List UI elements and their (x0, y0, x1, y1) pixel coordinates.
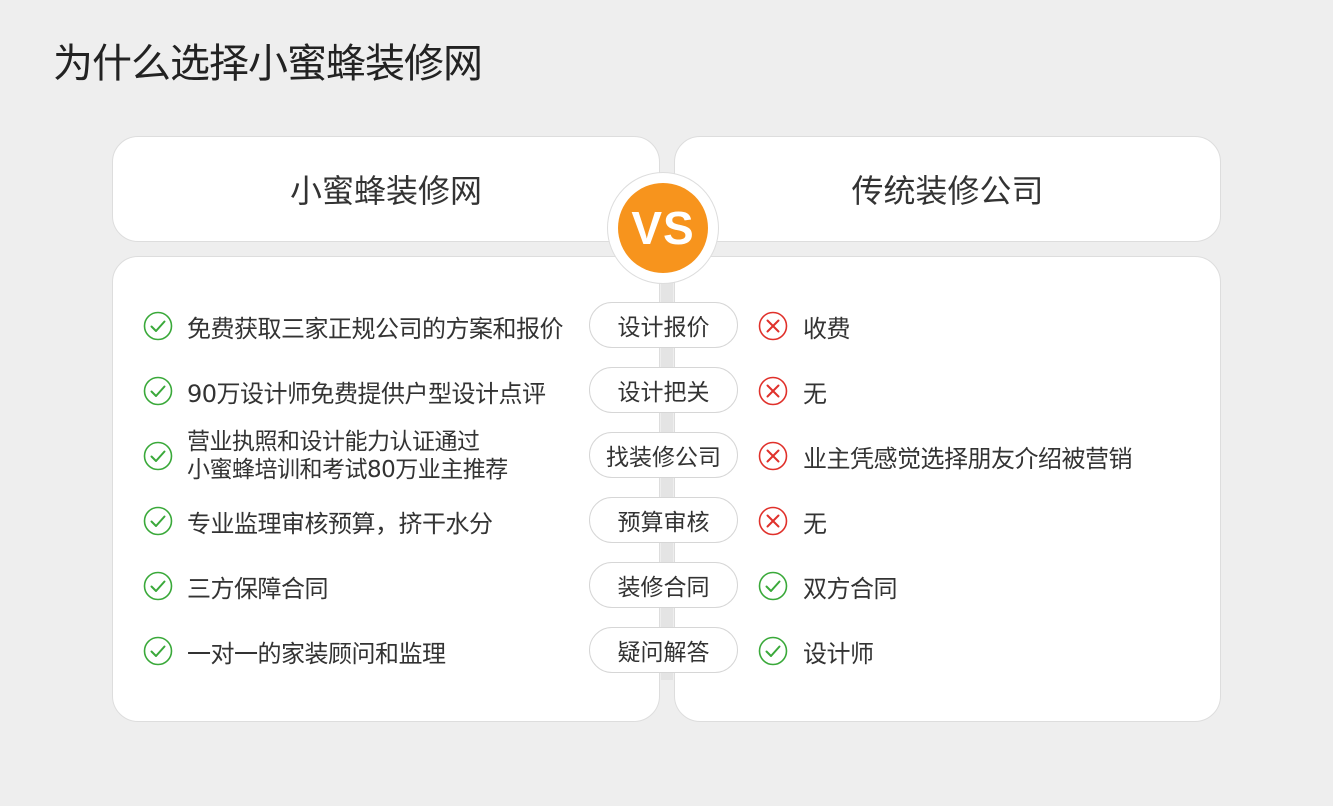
xiaomifeng-feature-text: 一对一的家装顾问和监理 (187, 639, 446, 668)
comparison-row-contract: 三方保障合同 装修合同 双方合同 (0, 562, 1333, 610)
traditional-feature-text: 业主凭感觉选择朋友介绍被营销 (803, 444, 1133, 473)
cross-icon (758, 441, 788, 471)
traditional-header-title: 传统装修公司 (851, 172, 1044, 210)
check-icon (143, 571, 173, 601)
traditional-feature-text: 双方合同 (803, 574, 898, 603)
comparison-row-find-company: 营业执照和设计能力认证通过 小蜜蜂培训和考试80万业主推荐 找装修公司 业主凭感… (0, 429, 1333, 483)
xiaomifeng-header-title: 小蜜蜂装修网 (289, 172, 482, 210)
check-icon (143, 311, 173, 341)
topic-pill-budget-review: 预算审核 (589, 497, 738, 543)
traditional-feature-text: 无 (803, 379, 827, 408)
traditional-feature-text: 设计师 (803, 639, 874, 668)
vs-label: VS (631, 202, 695, 254)
xiaomifeng-feature-text: 90万设计师免费提供户型设计点评 (187, 379, 546, 408)
xiaomifeng-feature-text: 免费获取三家正规公司的方案和报价 (187, 314, 564, 343)
page-title: 为什么选择小蜜蜂装修网 (53, 41, 483, 87)
comparison-row-design-review: 90万设计师免费提供户型设计点评 设计把关 无 (0, 367, 1333, 415)
xiaomifeng-feature-text: 专业监理审核预算，挤干水分 (187, 509, 493, 538)
check-icon (143, 376, 173, 406)
xiaomifeng-feature-line-1: 营业执照和设计能力认证通过 (187, 429, 480, 455)
traditional-feature-text: 无 (803, 509, 827, 538)
topic-pill-find-company: 找装修公司 (589, 432, 738, 478)
check-icon (143, 441, 173, 471)
topic-pill-design-quote: 设计报价 (589, 302, 738, 348)
cross-icon (758, 376, 788, 406)
traditional-feature-text: 收费 (803, 314, 851, 343)
xiaomifeng-feature-text: 营业执照和设计能力认证通过 小蜜蜂培训和考试80万业主推荐 (187, 429, 508, 483)
xiaomifeng-feature-text: 三方保障合同 (187, 574, 329, 603)
xiaomifeng-header-card: 小蜜蜂装修网 (112, 136, 660, 242)
comparison-row-budget-review: 专业监理审核预算，挤干水分 预算审核 无 (0, 497, 1333, 545)
vs-badge: VS (618, 183, 708, 273)
check-icon (143, 636, 173, 666)
topic-pill-questions: 疑问解答 (589, 627, 738, 673)
vs-badge-ring: VS (607, 172, 719, 284)
xiaomifeng-feature-line-2: 小蜜蜂培训和考试80万业主推荐 (187, 457, 508, 483)
topic-pill-design-review: 设计把关 (589, 367, 738, 413)
check-icon (143, 506, 173, 536)
check-icon (758, 636, 788, 666)
cross-icon (758, 311, 788, 341)
comparison-row-questions: 一对一的家装顾问和监理 疑问解答 设计师 (0, 627, 1333, 675)
traditional-header-card: 传统装修公司 (674, 136, 1221, 242)
comparison-row-design-quote: 免费获取三家正规公司的方案和报价 设计报价 收费 (0, 302, 1333, 350)
topic-pill-contract: 装修合同 (589, 562, 738, 608)
check-icon (758, 571, 788, 601)
cross-icon (758, 506, 788, 536)
